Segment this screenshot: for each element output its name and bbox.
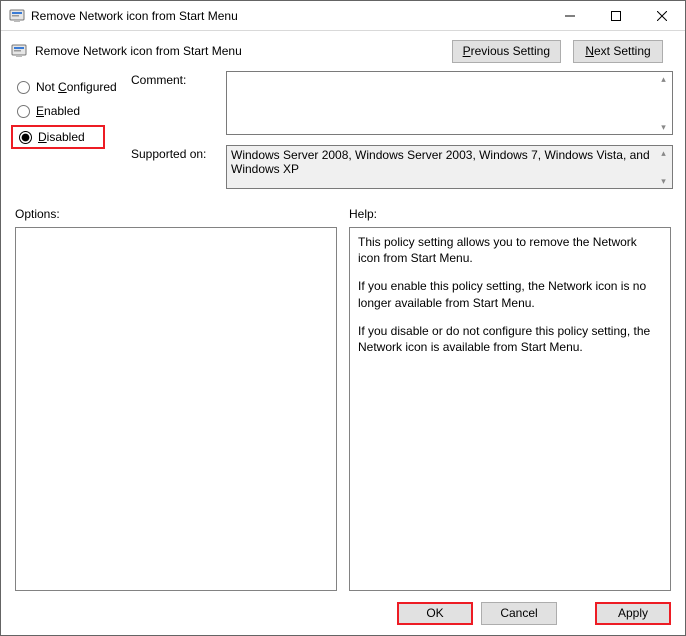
comment-label: Comment: xyxy=(131,71,226,135)
next-setting-button[interactable]: Next Setting xyxy=(573,40,663,63)
help-header: Help: xyxy=(349,207,671,221)
cancel-button[interactable]: Cancel xyxy=(481,602,557,625)
maximize-button[interactable] xyxy=(593,1,639,31)
titlebar: Remove Network icon from Start Menu xyxy=(1,1,685,31)
comment-scrollbar[interactable]: ▴ ▾ xyxy=(656,73,671,133)
gpedit-icon xyxy=(9,8,25,24)
help-text-1: This policy setting allows you to remove… xyxy=(358,234,662,266)
ok-button[interactable]: OK xyxy=(397,602,473,625)
dialog-footer: OK Cancel Apply xyxy=(1,591,685,635)
radio-enabled[interactable]: Enabled xyxy=(11,99,131,123)
state-radio-group: Not Configured Enabled Disabled xyxy=(11,71,131,199)
radio-enabled-input[interactable] xyxy=(17,105,30,118)
comment-textarea[interactable]: ▴ ▾ xyxy=(226,71,673,135)
supported-on-box: Windows Server 2008, Windows Server 2003… xyxy=(226,145,673,189)
gpedit-icon xyxy=(11,43,27,59)
radio-not-configured-label: Not Configured xyxy=(36,80,117,94)
subtitle-bar: Remove Network icon from Start Menu Prev… xyxy=(1,31,685,71)
help-text-2: If you enable this policy setting, the N… xyxy=(358,278,662,310)
window-title: Remove Network icon from Start Menu xyxy=(31,9,547,23)
options-header: Options: xyxy=(15,207,337,221)
supported-on-value: Windows Server 2008, Windows Server 2003… xyxy=(231,148,650,176)
radio-disabled-label: Disabled xyxy=(38,130,85,144)
help-panel: This policy setting allows you to remove… xyxy=(349,227,671,591)
policy-name: Remove Network icon from Start Menu xyxy=(35,44,452,58)
radio-disabled-input[interactable] xyxy=(19,131,32,144)
previous-setting-button[interactable]: Previous Setting xyxy=(452,40,561,63)
supported-on-label: Supported on: xyxy=(131,145,226,189)
close-button[interactable] xyxy=(639,1,685,31)
scroll-up-icon[interactable]: ▴ xyxy=(656,147,671,159)
options-panel xyxy=(15,227,337,591)
apply-button[interactable]: Apply xyxy=(595,602,671,625)
dialog-window: Remove Network icon from Start Menu Remo… xyxy=(0,0,686,636)
scroll-down-icon[interactable]: ▾ xyxy=(656,175,671,187)
radio-not-configured-input[interactable] xyxy=(17,81,30,94)
scroll-up-icon[interactable]: ▴ xyxy=(656,73,671,85)
scroll-down-icon[interactable]: ▾ xyxy=(656,121,671,133)
radio-enabled-label: Enabled xyxy=(36,104,80,118)
supported-scrollbar[interactable]: ▴ ▾ xyxy=(656,147,671,187)
radio-not-configured[interactable]: Not Configured xyxy=(11,75,131,99)
help-text-3: If you disable or do not configure this … xyxy=(358,323,662,355)
minimize-button[interactable] xyxy=(547,1,593,31)
radio-disabled[interactable]: Disabled xyxy=(11,125,105,149)
